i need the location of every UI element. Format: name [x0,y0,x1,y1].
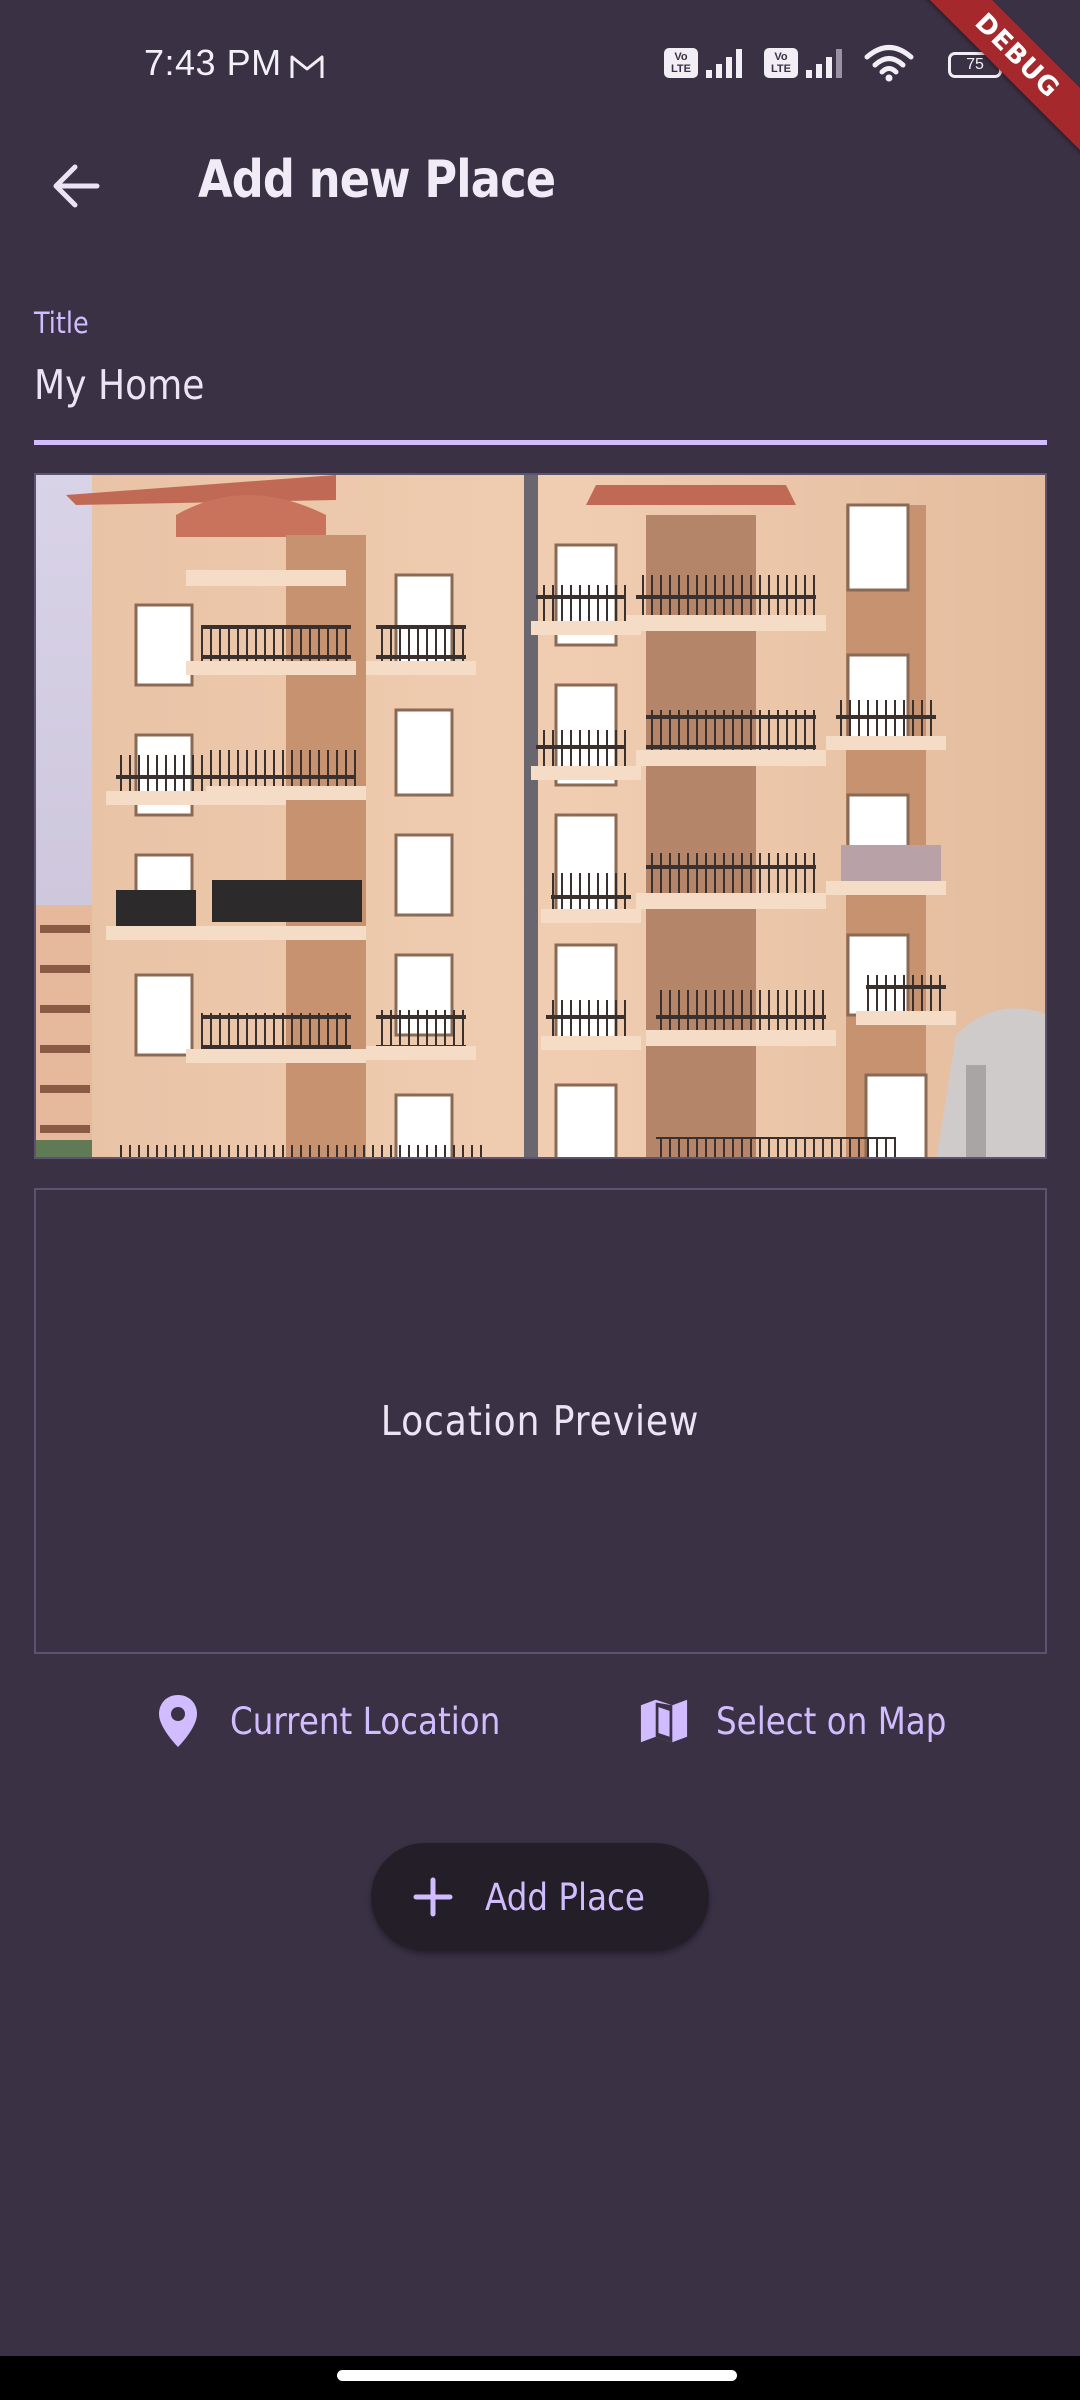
signal-icon-2 [806,49,842,78]
current-location-button[interactable]: Current Location [154,1688,537,1754]
plus-icon [413,1877,453,1917]
title-field-value[interactable]: My Home [34,361,205,409]
image-preview[interactable] [34,473,1047,1159]
select-on-map-button[interactable]: Select on Map [640,1688,978,1754]
home-indicator[interactable] [337,2370,737,2381]
wifi-icon [864,45,914,82]
building-photo [36,475,1045,1157]
app-bar: Add new Place [0,130,1080,230]
location-preview-text: Location Preview [381,1397,700,1445]
navigation-bar [0,2356,1080,2400]
map-icon [640,1692,688,1750]
current-location-label: Current Location [230,1699,501,1743]
status-bar: 7:43 PM Vo LTE Vo LTE 75 DEBUG [0,0,1080,160]
page-title: Add new Place [198,150,556,210]
volte-icon: Vo LTE [664,48,698,78]
gmail-icon [290,55,324,78]
title-field-underline [34,440,1047,445]
location-preview: Location Preview [34,1188,1047,1654]
arrow-back-icon [53,164,100,208]
location-pin-icon [154,1692,202,1750]
signal-icon [706,49,742,78]
add-place-label: Add Place [485,1875,646,1919]
screen: 7:43 PM Vo LTE Vo LTE 75 DEBUG Add new P… [0,0,1080,2400]
add-place-button[interactable]: Add Place [371,1843,709,1951]
back-button[interactable] [40,150,112,222]
volte-icon-2: Vo LTE [764,48,798,78]
status-time: 7:43 PM [144,42,282,83]
title-field[interactable]: Title My Home [34,306,1047,446]
title-field-label: Title [34,306,89,340]
select-on-map-label: Select on Map [716,1699,947,1743]
